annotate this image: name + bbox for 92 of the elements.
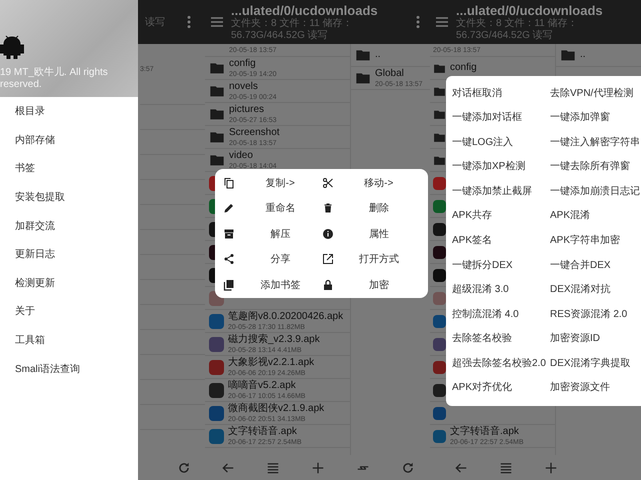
- file-name[interactable]: novels: [229, 80, 258, 92]
- menu-item[interactable]: 一键添加崩溃日志记: [550, 184, 640, 199]
- menu-item[interactable]: 一键添加弹窗: [550, 111, 610, 126]
- drawer-item[interactable]: Smali语法查询: [0, 354, 138, 383]
- path-title: ...ulated/0/ucdownloads: [456, 2, 604, 18]
- info-icon: [322, 228, 334, 240]
- menu-item[interactable]: 去除签名校验: [452, 332, 512, 346]
- menu-item[interactable]: 添加书签: [223, 272, 322, 296]
- menu-item[interactable]: 移动->: [322, 170, 420, 194]
- drawer-item[interactable]: 加群交流: [0, 211, 138, 240]
- menu-item[interactable]: 一键添加XP检测: [452, 160, 526, 174]
- menu-item[interactable]: 加密资源ID: [550, 332, 600, 346]
- menu-item[interactable]: APK共存: [452, 209, 492, 224]
- file-name[interactable]: config: [229, 58, 256, 70]
- drawer-item[interactable]: 安装包提取: [0, 182, 138, 212]
- menu-item[interactable]: 加密资源文件: [550, 381, 610, 396]
- menu-item[interactable]: 对话框取消: [452, 86, 502, 101]
- menu-item[interactable]: DEX混淆对抗: [550, 283, 611, 298]
- menu-item[interactable]: 一键合并DEX: [550, 258, 611, 272]
- drawer-item[interactable]: 检测更新: [0, 268, 138, 298]
- menu-item[interactable]: 加密: [322, 272, 420, 296]
- folder-icon: [433, 62, 446, 74]
- folder-icon: [433, 154, 446, 166]
- storage-info: 文件夹：8 文件：11 储存：56.73G/464.52G 读写: [231, 18, 354, 42]
- menu-item[interactable]: 超级混淆 3.0: [452, 283, 509, 298]
- plus-icon[interactable]: [310, 460, 324, 474]
- trash-icon: [322, 202, 334, 214]
- menu-item[interactable]: 打开方式: [322, 247, 420, 271]
- back-arrow-icon[interactable]: [220, 460, 234, 474]
- file-name[interactable]: Screenshot: [229, 126, 280, 138]
- share-icon: [223, 253, 235, 265]
- menu-item[interactable]: APK字符串加密: [550, 234, 620, 248]
- file-name[interactable]: 嘀嘀音v5.2.apk: [228, 380, 296, 392]
- drawer-item[interactable]: 更新日志: [0, 240, 138, 269]
- bookmarks-icon: [223, 278, 235, 290]
- menu-item[interactable]: 解压: [223, 222, 322, 246]
- menu-item[interactable]: 一键去除所有弹窗: [550, 160, 630, 174]
- menu-item[interactable]: 分享: [223, 247, 322, 271]
- drawer-item[interactable]: 工具箱: [0, 326, 138, 354]
- menu-item[interactable]: APK对齐优化: [452, 381, 512, 396]
- menu-item[interactable]: 一键LOG注入: [452, 136, 514, 150]
- scissors-icon: [322, 176, 334, 188]
- lock-icon: [322, 278, 334, 290]
- path-title: ...ulated/0/ucdownloads: [231, 2, 379, 18]
- open-external-icon: [322, 253, 334, 265]
- menu-item[interactable]: 一键添加对话框: [452, 111, 522, 126]
- menu-item[interactable]: RES资源混淆 2.0: [550, 308, 628, 322]
- list-icon[interactable]: [499, 460, 513, 474]
- plus-icon[interactable]: [544, 460, 558, 474]
- menu-item[interactable]: 一键拆分DEX: [452, 258, 513, 272]
- folder-icon: [433, 130, 446, 144]
- folder-icon: [433, 108, 446, 120]
- drawer-item[interactable]: 根目录: [0, 97, 138, 126]
- drawer-item[interactable]: 书签: [0, 154, 138, 183]
- drawer-item[interactable]: 关于: [0, 297, 138, 326]
- file-name[interactable]: ..: [580, 49, 586, 61]
- back-arrow-icon[interactable]: [454, 460, 468, 474]
- file-name[interactable]: 微商截图侠v2.1.9.apk: [228, 402, 324, 414]
- access-mode: 读写: [145, 16, 165, 29]
- file-name[interactable]: 大象影视v2.2.1.apk: [228, 356, 314, 368]
- drawer-item[interactable]: 内部存储: [0, 126, 138, 154]
- file-name[interactable]: pictures: [229, 104, 264, 116]
- file-name[interactable]: config: [450, 62, 477, 74]
- menu-item[interactable]: 控制流混淆 4.0: [452, 308, 519, 322]
- menu-item[interactable]: 去除VPN/代理检测: [550, 86, 634, 101]
- file-name[interactable]: 笔趣阁v8.0.20200426.apk: [228, 310, 344, 322]
- refresh-icon[interactable]: [177, 460, 191, 474]
- file-name[interactable]: video: [229, 150, 253, 162]
- menu-item[interactable]: 属性: [322, 222, 420, 246]
- menu-item[interactable]: 删除: [322, 196, 420, 220]
- menu-item[interactable]: 一键添加禁止截屏: [452, 184, 532, 199]
- menu-item[interactable]: DEX混淆字典提取: [550, 356, 631, 371]
- file-name[interactable]: 磁力搜索_v2.3.9.apk: [228, 334, 320, 346]
- file-name[interactable]: 文字转语音.apk: [450, 426, 519, 438]
- file-name[interactable]: Global: [375, 68, 404, 80]
- copy-icon: [223, 176, 235, 188]
- menu-item[interactable]: 一键注入解密字符串: [550, 136, 640, 150]
- storage-info: 文件夹：8 文件：11 储存：56.73G/464.52G 读写: [456, 18, 578, 42]
- copyright-text: 19 MT_欧牛儿. All rights reserved.: [0, 67, 109, 91]
- menu-item[interactable]: 重命名: [223, 196, 322, 220]
- file-name[interactable]: ..: [375, 49, 381, 61]
- menu-item[interactable]: 超强去除签名校验2.0: [452, 356, 546, 371]
- refresh-icon[interactable]: [400, 460, 414, 474]
- archive-icon: [223, 228, 235, 240]
- robot-icon: [0, 35, 24, 59]
- menu-item[interactable]: 复制->: [223, 170, 322, 194]
- menu-item[interactable]: APK混淆: [550, 209, 590, 224]
- list-icon[interactable]: [266, 460, 280, 474]
- pencil-icon: [223, 202, 235, 214]
- folder-icon: [433, 84, 446, 98]
- menu-item[interactable]: APK签名: [452, 234, 492, 248]
- file-name[interactable]: 文字转语音.apk: [228, 426, 297, 438]
